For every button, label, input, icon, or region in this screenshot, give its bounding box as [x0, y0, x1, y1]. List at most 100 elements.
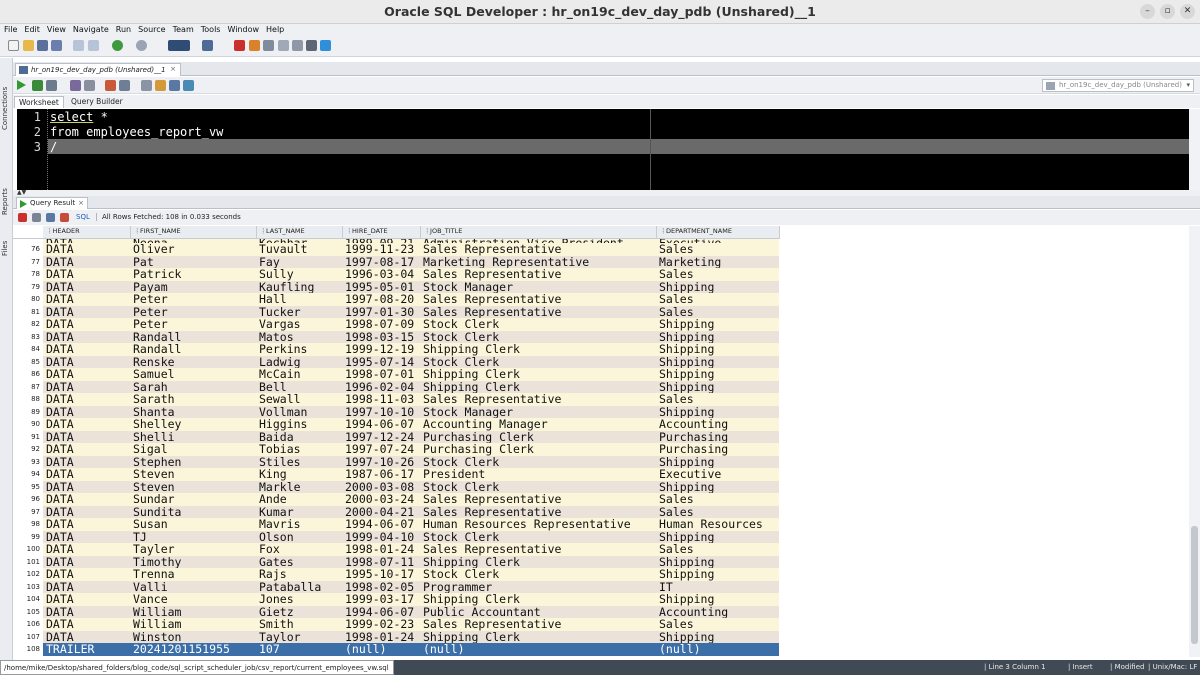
- export-icon[interactable]: [60, 213, 69, 222]
- new-file-icon[interactable]: [8, 40, 19, 51]
- query-result-close-icon[interactable]: ×: [78, 199, 84, 207]
- table-row[interactable]: 79 DATA Payam Kaufling 1995-05-01 Stock Manag…: [13, 280, 779, 293]
- side-tab-files[interactable]: Files: [1, 237, 12, 259]
- table-row[interactable]: 76 DATA Oliver Tuvault 1999-11-23 Sales Repre…: [13, 243, 779, 256]
- vscode-icon[interactable]: [320, 40, 331, 51]
- column-header[interactable]: ⦙ HEADER: [43, 226, 131, 239]
- back-icon[interactable]: [112, 40, 123, 51]
- maximize-icon[interactable]: ▫: [1160, 4, 1175, 19]
- table-row[interactable]: 95 DATA Steven Markle 2000-03-08 Stock Clerk S…: [13, 480, 779, 493]
- menu-source[interactable]: Source: [134, 24, 168, 34]
- menu-navigate[interactable]: Navigate: [69, 24, 112, 34]
- history-icon[interactable]: [169, 80, 180, 91]
- run-statement-icon[interactable]: [17, 80, 26, 90]
- sql-worksheet-icon[interactable]: [168, 40, 190, 51]
- table-row[interactable]: 77 DATA Pat Fay 1997-08-17 Marketing Represen…: [13, 255, 779, 268]
- sql-tuning-icon[interactable]: [119, 80, 130, 91]
- redo-icon[interactable]: [88, 40, 99, 51]
- eraser-icon[interactable]: [155, 80, 166, 91]
- menu-file[interactable]: File: [0, 24, 20, 34]
- editor-tab[interactable]: hr_on19c_dev_day_pdb (Unshared)__1 ×: [15, 63, 181, 76]
- table-row[interactable]: 103 DATA Valli Pataballa 1998-02-05 Programme…: [13, 580, 779, 593]
- table-row[interactable]: 100 DATA Tayler Fox 1998-01-24 Sales Represen…: [13, 543, 779, 556]
- table-row[interactable]: 98 DATA Susan Mavris 1994-06-07 Human Resourc…: [13, 518, 779, 531]
- table-row[interactable]: 102 DATA Trenna Rajs 1995-10-17 Stock Clerk Sh…: [13, 568, 779, 581]
- undo-icon[interactable]: [73, 40, 84, 51]
- tuning-icon[interactable]: [234, 40, 245, 51]
- table-row[interactable]: 86 DATA Samuel McCain 1998-07-01 Shipping Cle…: [13, 368, 779, 381]
- table-row[interactable]: 81 DATA Peter Tucker 1997-01-30 Sales Represe…: [13, 305, 779, 318]
- menu-view[interactable]: View: [43, 24, 69, 34]
- database-icon[interactable]: [263, 40, 274, 51]
- report-icon[interactable]: [249, 40, 260, 51]
- table-row[interactable]: 104 DATA Vance Jones 1999-03-17 Shipping Cler…: [13, 593, 779, 606]
- forward-icon[interactable]: [136, 40, 147, 51]
- table-row[interactable]: 83 DATA Randall Matos 1998-03-15 Stock Clerk S…: [13, 330, 779, 343]
- connections-icon[interactable]: [202, 40, 213, 51]
- table-row[interactable]: 85 DATA Renske Ladwig 1995-07-14 Stock Clerk S…: [13, 355, 779, 368]
- run-script-icon[interactable]: [32, 80, 43, 91]
- query-result-tab[interactable]: Query Result ×: [16, 197, 88, 209]
- close-icon[interactable]: ✕: [1180, 4, 1195, 19]
- menu-team[interactable]: Team: [169, 24, 197, 34]
- table-row[interactable]: 82 DATA Peter Vargas 1998-07-09 Stock Clerk Sh…: [13, 318, 779, 331]
- monitor-icon[interactable]: [292, 40, 303, 51]
- column-header[interactable]: ⦙ JOB_TITLE: [420, 226, 657, 239]
- table-row[interactable]: 96 DATA Sundar Ande 2000-03-24 Sales Represen…: [13, 493, 779, 506]
- side-tab-connections[interactable]: Connections: [1, 84, 12, 132]
- table-row[interactable]: 78 DATA Patrick Sully 1996-03-04 Sales Repres…: [13, 268, 779, 281]
- grid-scrollbar[interactable]: [1189, 226, 1200, 657]
- editor-scrollbar[interactable]: [1189, 109, 1200, 190]
- column-header[interactable]: ⦙ HIRE_DATE: [342, 226, 421, 239]
- editor-tab-close-icon[interactable]: ×: [170, 65, 176, 73]
- table-row[interactable]: 97 DATA Sundita Kumar 2000-04-21 Sales Repres…: [13, 505, 779, 518]
- explain-plan-icon[interactable]: [105, 80, 116, 91]
- print-icon[interactable]: [32, 213, 41, 222]
- commit-icon[interactable]: [46, 80, 57, 91]
- column-header[interactable]: ⦙ LAST_NAME: [256, 226, 343, 239]
- menu-help[interactable]: Help: [262, 24, 287, 34]
- table-row[interactable]: 88 DATA Sarath Sewall 1998-11-03 Sales Repres…: [13, 393, 779, 406]
- format-icon[interactable]: [183, 80, 194, 91]
- minimize-icon[interactable]: –: [1140, 4, 1155, 19]
- table-row[interactable]: 93 DATA Stephen Stiles 1997-10-26 Stock Clerk…: [13, 455, 779, 468]
- table-row[interactable]: 87 DATA Sarah Bell 1996-02-04 Shipping Clerk S…: [13, 380, 779, 393]
- table-row[interactable]: 99 DATA TJ Olson 1999-04-10 Stock Clerk Shippi…: [13, 530, 779, 543]
- column-header[interactable]: ⦙ DEPARTMENT_NAME: [656, 226, 780, 239]
- table-row[interactable]: 94 DATA Steven King 1987-06-17 President Execu…: [13, 468, 779, 481]
- rollback-icon[interactable]: [70, 80, 81, 91]
- collapse-arrows-icon[interactable]: ▲▼: [17, 189, 26, 196]
- save-icon[interactable]: [37, 40, 48, 51]
- menu-run[interactable]: Run: [112, 24, 134, 34]
- cart-icon[interactable]: [278, 40, 289, 51]
- sql-editor[interactable]: 1 2 3 select * from employees_report_vw …: [17, 109, 1189, 190]
- table-row[interactable]: 80 DATA Peter Hall 1997-08-20 Sales Represent…: [13, 293, 779, 306]
- table-row-selected[interactable]: 108 TRAILER 20241201151955 107 (null) (null)(…: [13, 643, 779, 656]
- clear-icon[interactable]: [141, 80, 152, 91]
- tab-worksheet[interactable]: Worksheet: [14, 96, 64, 108]
- autotrace-icon[interactable]: [84, 80, 95, 91]
- table-row[interactable]: 101 DATA Timothy Gates 1998-07-11 Shipping Cl…: [13, 555, 779, 568]
- side-tab-reports[interactable]: Reports: [1, 186, 12, 218]
- table-row[interactable]: 92 DATA Sigal Tobias 1997-07-24 Purchasing Cl…: [13, 443, 779, 456]
- menu-edit[interactable]: Edit: [20, 24, 43, 34]
- connection-selector[interactable]: hr_on19c_dev_day_pdb (Unshared) ▾: [1042, 79, 1194, 92]
- table-row[interactable]: 107 DATA Winston Taylor 1998-01-24 Shipping C…: [13, 630, 779, 643]
- refresh-icon[interactable]: [46, 213, 55, 222]
- pin-icon[interactable]: [18, 213, 27, 222]
- table-row[interactable]: 105 DATA William Gietz 1994-06-07 Public Acco…: [13, 605, 779, 618]
- table-row[interactable]: 89 DATA Shanta Vollman 1997-10-10 Stock Manag…: [13, 405, 779, 418]
- menu-tools[interactable]: Tools: [197, 24, 224, 34]
- terminal-icon[interactable]: [306, 40, 317, 51]
- tab-query-builder[interactable]: Query Builder: [67, 96, 127, 108]
- table-row[interactable]: 90 DATA Shelley Higgins 1994-06-07 Accounting…: [13, 418, 779, 431]
- grid-scrollbar-thumb[interactable]: [1191, 526, 1198, 644]
- results-grid[interactable]: ⦙ HEADER ⦙ FIRST_NAME ⦙ LAST_NAME ⦙ HIRE…: [13, 226, 1189, 657]
- save-all-icon[interactable]: [51, 40, 62, 51]
- sql-link[interactable]: SQL: [76, 213, 90, 221]
- open-folder-icon[interactable]: [23, 40, 34, 51]
- table-row[interactable]: 84 DATA Randall Perkins 1999-12-19 Shipping C…: [13, 343, 779, 356]
- column-header[interactable]: ⦙ FIRST_NAME: [130, 226, 257, 239]
- table-row[interactable]: 106 DATA William Smith 1999-02-23 Sales Repre…: [13, 618, 779, 631]
- table-row[interactable]: 91 DATA Shelli Baida 1997-12-24 Purchasing Cl…: [13, 430, 779, 443]
